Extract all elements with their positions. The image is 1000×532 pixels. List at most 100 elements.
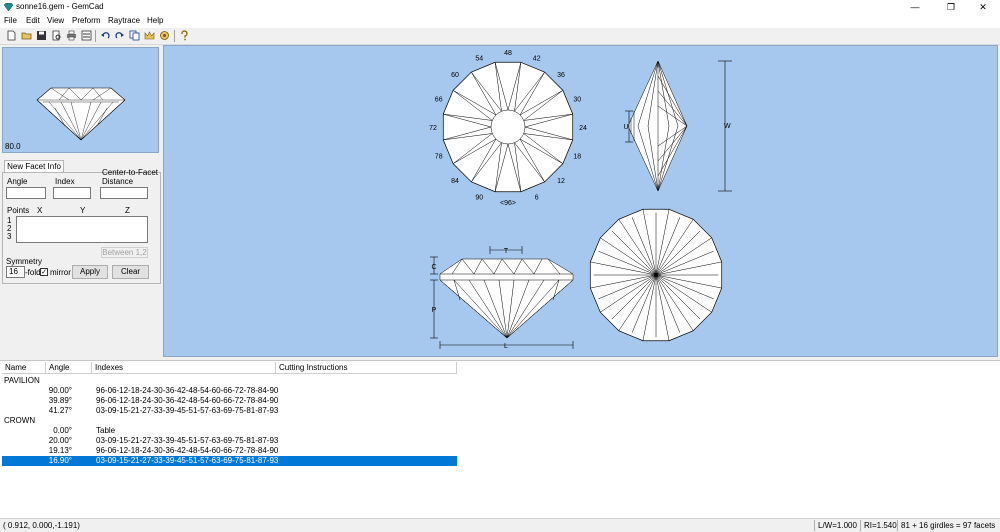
toolbar	[0, 28, 1000, 45]
zoom-readout: 80.0	[5, 142, 21, 151]
menu-view[interactable]: View	[47, 16, 64, 25]
angle-input[interactable]	[6, 187, 46, 199]
cell-name: PAVILION	[4, 376, 40, 385]
cell-angle: 0.00°	[53, 426, 72, 435]
gem-views: 484236302418126<96>90847872666054 W U T …	[429, 50, 732, 350]
cell-angle: 41.27°	[48, 406, 72, 415]
ctf-label-line1: Center-to-Facet	[102, 168, 159, 177]
symmetry-label: Symmetry	[6, 257, 42, 266]
front-view	[439, 258, 574, 339]
help-icon[interactable]	[179, 30, 190, 41]
close-button[interactable]: ✕	[966, 0, 1000, 14]
between-button[interactable]: Between 1,2	[101, 247, 148, 258]
table-row[interactable]: 39.89° 96-06-12-18-24-30-36-42-48-54-60-6…	[0, 396, 1000, 406]
open-icon[interactable]	[21, 30, 32, 41]
maximize-button[interactable]: ❐	[934, 0, 968, 14]
menu-preform[interactable]: Preform	[72, 16, 100, 25]
index-input[interactable]	[53, 187, 91, 199]
table-row[interactable]: 20.00° 03-09-15-21-27-33-39-45-51-57-63-6…	[0, 436, 1000, 446]
cell-angle: 16.90°	[48, 456, 72, 465]
column-header-indexes[interactable]: Indexes	[92, 362, 276, 374]
crown-icon[interactable]	[144, 30, 155, 41]
side-view	[627, 60, 688, 192]
title-bar: sonne16.gem - GemCad — ❐ ✕	[0, 0, 1000, 14]
column-header-angle[interactable]: Angle	[46, 362, 92, 374]
facet-list[interactable]: Name Angle Indexes Cutting Instructions …	[0, 360, 1000, 518]
index-label: 84	[451, 178, 459, 185]
cell-indexes: 03-09-15-21-27-33-39-45-51-57-63-69-75-8…	[96, 456, 279, 465]
properties-icon[interactable]	[81, 30, 92, 41]
angle-label: Angle	[7, 177, 28, 186]
table-row[interactable]: 0.00° Table	[0, 426, 1000, 436]
cell-angle: 20.00°	[48, 436, 72, 445]
cell-name: CROWN	[4, 416, 36, 425]
menu-raytrace[interactable]: Raytrace	[108, 16, 140, 25]
cell-angle: 90.00°	[48, 386, 72, 395]
ctf-distance-input[interactable]	[100, 187, 148, 199]
print-icon[interactable]	[66, 30, 77, 41]
undo-icon[interactable]	[100, 30, 111, 41]
menu-file[interactable]: File	[4, 16, 17, 25]
column-header-name[interactable]: Name	[2, 362, 46, 374]
top-view	[442, 61, 574, 193]
dim-label-c: C	[431, 264, 436, 271]
menu-edit[interactable]: Edit	[26, 16, 40, 25]
new-icon[interactable]	[6, 30, 17, 41]
table-row[interactable]: 19.13° 96-06-12-18-24-30-36-42-48-54-60-6…	[0, 446, 1000, 456]
table-row[interactable]: 41.27° 03-09-15-21-27-33-39-45-51-57-63-6…	[0, 406, 1000, 416]
dim-label-u: U	[623, 124, 628, 131]
cursor-coords: ( 0.912, 0.000,-1.191)	[3, 521, 80, 530]
menu-help[interactable]: Help	[147, 16, 163, 25]
cell-indexes: 03-09-15-21-27-33-39-45-51-57-63-69-75-8…	[96, 436, 279, 445]
symmetry-input[interactable]: 16	[6, 266, 25, 278]
cell-indexes: 96-06-12-18-24-30-36-42-48-54-60-66-72-7…	[96, 446, 279, 455]
table-row[interactable]: CROWN	[0, 416, 1000, 426]
index-label: <96>	[500, 200, 516, 207]
cell-indexes: 96-06-12-18-24-30-36-42-48-54-60-66-72-7…	[96, 396, 279, 405]
index-label: 36	[557, 72, 565, 79]
toolbar-separator	[95, 30, 96, 42]
minimize-button[interactable]: —	[898, 0, 932, 14]
window-title: sonne16.gem - GemCad	[16, 2, 104, 11]
status-lw: L/W=1.000	[814, 520, 860, 531]
gem-preview-drawing	[36, 87, 126, 141]
ctf-label-line2: Distance	[102, 177, 134, 186]
index-label: 12	[557, 178, 565, 185]
gem-app-icon	[4, 3, 13, 11]
index-label: 6	[535, 194, 539, 201]
index-label: 24	[579, 125, 587, 132]
table-row[interactable]: PAVILION	[0, 376, 1000, 386]
index-label: 42	[533, 56, 541, 63]
raytrace-preview[interactable]: 80.0	[2, 47, 159, 153]
save-icon[interactable]	[36, 30, 47, 41]
table-row[interactable]: 90.00° 96-06-12-18-24-30-36-42-48-54-60-6…	[0, 386, 1000, 396]
redo-icon[interactable]	[114, 30, 125, 41]
fold-label: -fold	[25, 268, 41, 277]
dim-label-t: T	[504, 248, 509, 255]
status-ri: RI=1.540	[860, 520, 897, 531]
apply-button[interactable]: Apply	[72, 265, 108, 279]
clear-button[interactable]: Clear	[112, 265, 149, 279]
y-column-label: Y	[80, 206, 86, 215]
point-row-3: 3	[7, 232, 12, 241]
points-list[interactable]	[16, 216, 148, 243]
index-label: 60	[451, 72, 459, 79]
copy-icon[interactable]	[129, 30, 140, 41]
index-label: Index	[55, 177, 75, 186]
cell-indexes: 96-06-12-18-24-30-36-42-48-54-60-66-72-7…	[96, 386, 279, 395]
dim-label-l: L	[504, 343, 508, 350]
points-label: Points	[7, 206, 30, 215]
status-facet-count: 81 + 16 girdles = 97 facets	[897, 520, 1000, 531]
table-row[interactable]: 16.90° 03-09-15-21-27-33-39-45-51-57-63-6…	[0, 456, 1000, 466]
index-label: 54	[475, 56, 483, 63]
mirror-checkbox[interactable]: ✓	[40, 268, 48, 276]
cell-angle: 19.13°	[48, 446, 72, 455]
print-preview-icon[interactable]	[51, 30, 62, 41]
column-header-instructions[interactable]: Cutting Instructions	[276, 362, 457, 374]
design-canvas[interactable]: 48 42 36 30 24 18 12 6 <96> 90 84 78 72 66 60 54	[163, 45, 998, 357]
z-column-label: Z	[125, 206, 130, 215]
dim-label-w: W	[724, 123, 731, 130]
gem-icon[interactable]	[159, 30, 170, 41]
index-label: 30	[573, 96, 581, 103]
index-label: 72	[429, 125, 437, 132]
